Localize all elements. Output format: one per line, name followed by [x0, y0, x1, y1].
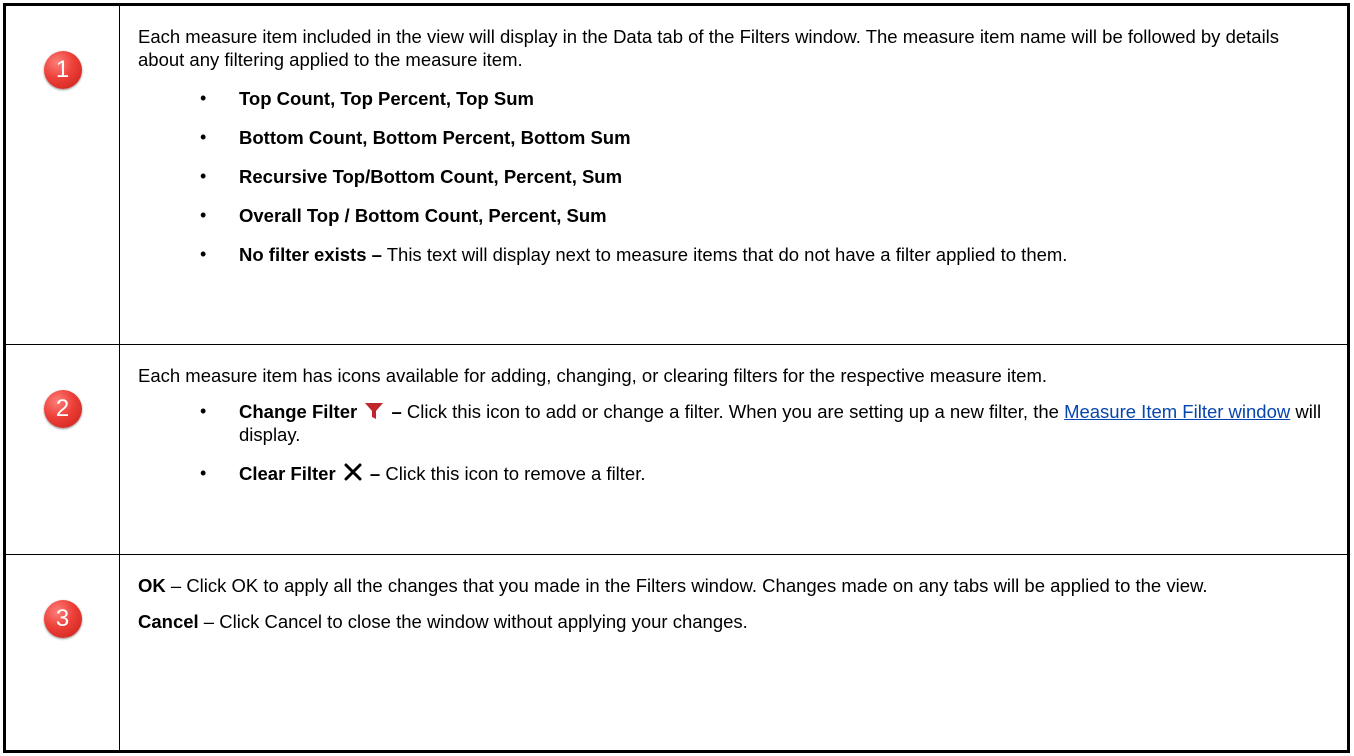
- step-2-intro: Each measure item has icons available fo…: [138, 365, 1048, 386]
- ok-description: OK – Click OK to apply all the changes t…: [138, 575, 1208, 596]
- list-item: Clear Filter – Click this icon to remove…: [138, 462, 1329, 485]
- list-item: Change Filter – Click this icon to add o…: [138, 400, 1329, 446]
- step-number-cell: 2: [6, 345, 120, 555]
- list-item: Overall Top / Bottom Count, Percent, Sum: [138, 204, 1329, 227]
- filter-actions-list: Change Filter – Click this icon to add o…: [138, 400, 1329, 485]
- step-badge-3: 3: [43, 600, 82, 638]
- step-badge-1: 1: [43, 51, 82, 89]
- step-1-intro: Each measure item included in the view w…: [138, 26, 1280, 70]
- step-description-3: OK – Click OK to apply all the changes t…: [120, 555, 1347, 750]
- list-item: Top Count, Top Percent, Top Sum: [138, 87, 1329, 110]
- measure-item-filter-link[interactable]: Measure Item Filter window: [1064, 401, 1290, 422]
- list-item: Bottom Count, Bottom Percent, Bottom Sum: [138, 126, 1329, 149]
- step-number-cell: 3: [6, 555, 120, 750]
- step-description-1: Each measure item included in the view w…: [120, 6, 1347, 345]
- close-icon: [344, 463, 362, 481]
- step-badge-2: 2: [43, 390, 82, 428]
- step-number-cell: 1: [6, 6, 120, 345]
- cancel-description: Cancel – Click Cancel to close the windo…: [138, 611, 748, 632]
- list-item: No filter exists – This text will displa…: [138, 243, 1329, 266]
- list-item: Recursive Top/Bottom Count, Percent, Sum: [138, 165, 1329, 188]
- instructions-table: 1 Each measure item included in the view…: [3, 3, 1350, 753]
- filter-types-list: Top Count, Top Percent, Top Sum Bottom C…: [138, 87, 1329, 266]
- funnel-icon: [365, 403, 384, 419]
- step-description-2: Each measure item has icons available fo…: [120, 345, 1347, 555]
